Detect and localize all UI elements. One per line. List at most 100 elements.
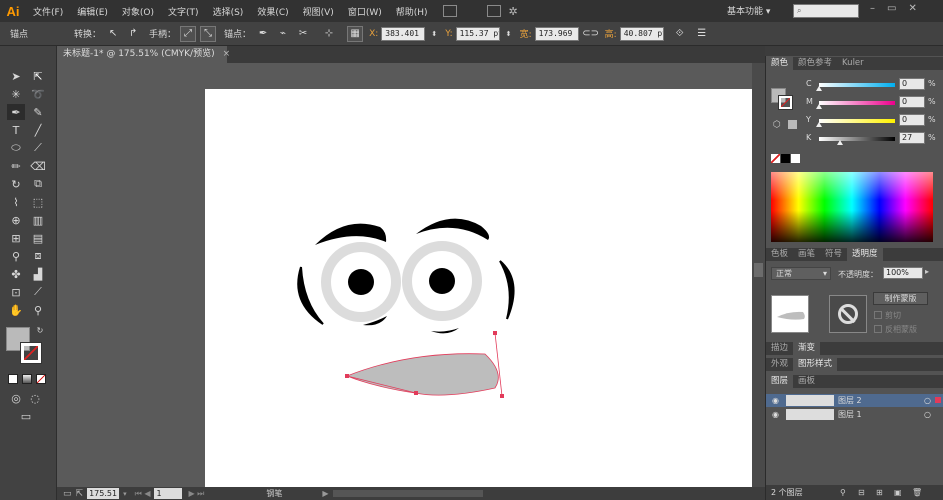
arrange-documents-icon[interactable]	[486, 5, 501, 17]
hide-handles-icon[interactable]: ⤡	[200, 25, 217, 42]
swap-colors-icon[interactable]: ↻	[35, 325, 45, 335]
menu-select[interactable]: 选择(S)	[206, 5, 251, 18]
zoom-tool-icon[interactable]: ⚲	[29, 302, 47, 318]
anchor-point[interactable]	[500, 394, 504, 398]
hand-tool-icon[interactable]: ✋	[7, 302, 25, 318]
eraser-tool-icon[interactable]: ⌫	[29, 158, 47, 174]
close-tab-icon[interactable]: ×	[223, 49, 231, 59]
tab-kuler[interactable]: Kuler	[837, 57, 869, 70]
workspace-switcher[interactable]: 基本功能 ▾	[727, 4, 770, 17]
convert-smooth-icon[interactable]: ↱	[125, 26, 141, 42]
tab-swatches[interactable]: 色板	[766, 248, 793, 261]
ellipse-tool-icon[interactable]: ⬭	[7, 140, 25, 156]
lasso-tool-icon[interactable]: ➰	[29, 86, 47, 102]
invert-mask-checkbox[interactable]	[874, 325, 882, 333]
blend-tool-icon[interactable]: ⧈	[29, 248, 47, 264]
gradient-tool-icon[interactable]: ▤	[29, 230, 47, 246]
menu-view[interactable]: 视图(V)	[296, 5, 341, 18]
anchor-point[interactable]	[493, 331, 497, 335]
status-arrow-icon[interactable]: ▶	[322, 489, 328, 498]
next-page-icon[interactable]: ▶ ⏭	[188, 489, 204, 499]
visibility-eye-icon[interactable]: ◉	[772, 394, 779, 407]
anchor-point[interactable]	[345, 374, 349, 378]
reference-point-icon[interactable]: ▦	[347, 25, 364, 42]
show-handles-icon[interactable]: ⤢	[180, 25, 197, 42]
tab-layers[interactable]: 图层	[766, 375, 794, 388]
warp-tool-icon[interactable]: ⌇	[7, 194, 25, 210]
mouth-shape[interactable]	[345, 353, 499, 396]
line-tool-icon[interactable]: ╱	[29, 122, 47, 138]
scrollbar-thumb[interactable]	[754, 263, 763, 277]
tab-gradient[interactable]: 渐变	[793, 342, 821, 355]
panel-menu-icon[interactable]: ☰	[694, 26, 710, 42]
layer-name[interactable]: 图层 1	[838, 408, 862, 421]
artboard-tool-icon[interactable]: ⊡	[7, 284, 25, 300]
isolate-icon[interactable]: ⊹	[321, 26, 337, 42]
y-field[interactable]: 115.37 pt	[455, 26, 500, 41]
graph-tool-icon[interactable]: ▟	[29, 266, 47, 282]
channel-value-field[interactable]: 0	[899, 96, 925, 108]
visibility-eye-icon[interactable]: ◉	[772, 408, 779, 421]
menu-edit[interactable]: 编辑(E)	[70, 5, 115, 18]
pen-tool-icon[interactable]: ✒	[7, 104, 25, 120]
cut-path-icon[interactable]: ✂	[295, 26, 311, 42]
tab-color-guide[interactable]: 颜色参考	[793, 57, 837, 70]
menu-window[interactable]: 窗口(W)	[341, 5, 389, 18]
link-icon[interactable]: ⊂⊃	[582, 26, 599, 42]
color-mode-icon[interactable]	[8, 374, 18, 384]
tab-color[interactable]: 颜色	[766, 57, 794, 70]
sync-icon[interactable]: ✲	[509, 5, 518, 18]
x-stepper-icon[interactable]: ⬍	[429, 26, 439, 42]
layer-name[interactable]: 图层 2	[838, 394, 862, 407]
symbol-sprayer-tool-icon[interactable]: ✤	[7, 266, 25, 282]
bridge-icon[interactable]	[442, 5, 457, 17]
slider-handle[interactable]	[816, 104, 822, 109]
scale-tool-icon[interactable]: ⧉	[29, 176, 47, 192]
slider-handle[interactable]	[816, 86, 822, 91]
channel-value-field[interactable]: 0	[899, 114, 925, 126]
channel-slider[interactable]	[819, 119, 895, 123]
tab-brushes[interactable]: 画笔	[793, 248, 820, 261]
delete-layer-icon[interactable]: 🗑	[912, 485, 922, 500]
remove-anchor-icon[interactable]: ✒	[255, 26, 271, 42]
none-color-icon[interactable]	[771, 154, 780, 163]
object-thumbnail[interactable]	[771, 295, 809, 333]
menu-effect[interactable]: 效果(C)	[250, 5, 295, 18]
dock-collapse-bar[interactable]	[765, 46, 943, 56]
menu-file[interactable]: 文件(F)	[26, 5, 70, 18]
tab-appearance[interactable]: 外观	[766, 358, 793, 371]
tab-symbols[interactable]: 符号	[820, 248, 847, 261]
clip-checkbox[interactable]	[874, 311, 882, 319]
screen-mode-icon[interactable]: ▭	[14, 408, 38, 424]
zoom-field[interactable]: 175.51	[87, 488, 120, 499]
free-transform-tool-icon[interactable]: ⬚	[29, 194, 47, 210]
magic-wand-tool-icon[interactable]: ✳	[7, 86, 25, 102]
type-tool-icon[interactable]: T	[7, 122, 25, 138]
page-field[interactable]: 1	[154, 488, 183, 499]
shape-builder-tool-icon[interactable]: ⊕	[7, 212, 25, 228]
first-page-icon[interactable]: ⏮ ◀	[135, 489, 151, 499]
channel-slider[interactable]	[819, 137, 895, 141]
white-swatch[interactable]	[791, 154, 800, 163]
gamut-swatch[interactable]	[788, 120, 797, 129]
out-of-gamut-icon[interactable]: ⬡	[773, 120, 781, 130]
connect-anchor-icon[interactable]: ⌁	[275, 26, 291, 42]
target-icon[interactable]: ○	[924, 408, 931, 421]
stroke-swatch[interactable]	[20, 342, 42, 364]
perspective-grid-tool-icon[interactable]: ▥	[29, 212, 47, 228]
window-controls[interactable]: –▭✕	[870, 3, 929, 14]
slider-handle[interactable]	[836, 140, 843, 145]
x-field[interactable]: 383.401 p	[381, 26, 426, 41]
channel-value-field[interactable]: 0	[899, 78, 925, 90]
mesh-tool-icon[interactable]: ⊞	[7, 230, 25, 246]
mask-thumbnail[interactable]	[829, 295, 867, 333]
make-clipping-mask-icon[interactable]: ⊟	[858, 485, 865, 500]
width-field[interactable]: 173.969 p	[534, 26, 579, 41]
layer-row[interactable]: ◉ 图层 1 ○	[766, 408, 943, 421]
artboard[interactable]	[205, 89, 752, 489]
selection-tool-icon[interactable]: ➤	[7, 68, 25, 84]
search-input[interactable]: ⌕	[793, 4, 859, 18]
none-mode-icon[interactable]	[36, 374, 46, 384]
eyedropper-tool-icon[interactable]: ⚲	[7, 248, 25, 264]
direct-selection-tool-icon[interactable]: ⇱	[29, 68, 47, 84]
